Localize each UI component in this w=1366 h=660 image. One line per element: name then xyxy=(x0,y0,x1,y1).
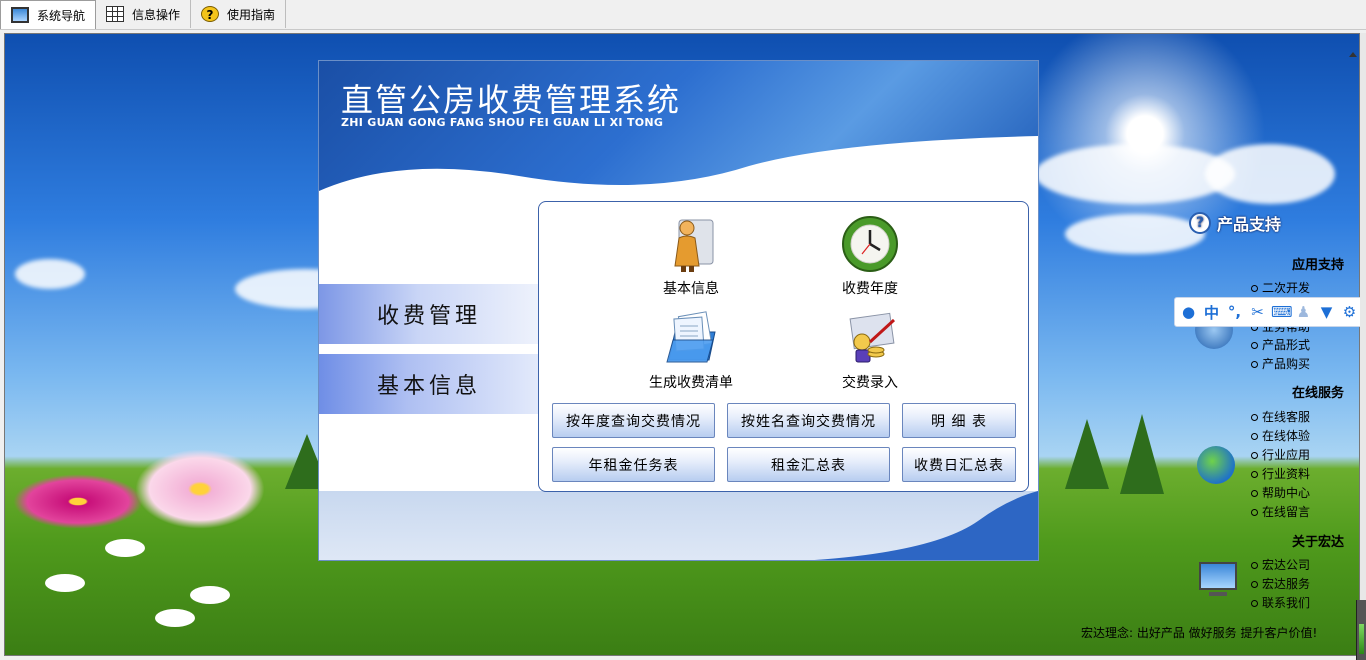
main-panel: 直管公房收费管理系统 ZHI GUAN GONG FANG SHOU FEI G… xyxy=(318,60,1039,561)
tab-info-operation[interactable]: 信息操作 xyxy=(96,0,192,28)
globe-icon xyxy=(1197,446,1235,484)
section-title: 在线服务 xyxy=(1291,386,1344,401)
support-link[interactable]: 宏达服务 xyxy=(1251,575,1310,592)
monitor-icon xyxy=(1199,562,1237,590)
support-link[interactable]: 产品形式 xyxy=(1251,336,1310,353)
flower xyxy=(190,586,230,604)
daily-fee-summary-button[interactable]: 收费日汇总表 xyxy=(902,447,1016,482)
flower xyxy=(135,449,265,529)
support-link[interactable]: 行业资料 xyxy=(1251,465,1310,482)
scissors-icon[interactable]: ✂ xyxy=(1248,303,1267,321)
query-by-year-button[interactable]: 按年度查询交费情况 xyxy=(552,403,715,438)
vertical-scrollbar[interactable] xyxy=(1360,33,1366,660)
panel-footer xyxy=(319,491,1038,560)
monitor-icon xyxy=(11,7,29,23)
folder-docs-icon xyxy=(666,311,716,363)
icon-item-label: 生成收费清单 xyxy=(649,375,733,391)
cloud xyxy=(1065,214,1205,254)
support-link[interactable]: 行业应用 xyxy=(1251,446,1310,463)
tab-label: 使用指南 xyxy=(227,7,276,22)
cloud xyxy=(15,259,85,289)
support-title: ? 产品支持 xyxy=(1189,211,1281,235)
query-by-name-button[interactable]: 按姓名查询交费情况 xyxy=(727,403,890,438)
gear-icon[interactable]: ⚙ xyxy=(1340,303,1359,321)
tab-bar: 系统导航 信息操作 ? 使用指南 xyxy=(0,0,1366,30)
tab-system-navigation[interactable]: 系统导航 xyxy=(0,0,97,29)
side-menu-basic-info[interactable]: 基本信息 xyxy=(319,354,539,415)
footer-wave xyxy=(814,491,1038,560)
punctuation-icon[interactable]: °, xyxy=(1225,303,1244,321)
annual-rent-task-button[interactable]: 年租金任务表 xyxy=(552,447,715,482)
keyboard-icon[interactable]: ⌨ xyxy=(1271,303,1293,321)
chinese-mode-toggle[interactable]: 中 xyxy=(1202,302,1221,323)
tree xyxy=(1065,419,1109,489)
user-icon[interactable]: ● xyxy=(1179,303,1198,321)
support-link[interactable]: 在线客服 xyxy=(1251,408,1310,425)
clock-icon xyxy=(842,216,898,272)
support-link[interactable]: 在线留言 xyxy=(1251,503,1310,520)
tab-label: 系统导航 xyxy=(37,8,86,23)
slogan-text: 宏达理念: 出好产品 做好服务 提升客户价值! xyxy=(1081,626,1318,640)
support-title-text: 产品支持 xyxy=(1217,215,1282,234)
question-icon: ? xyxy=(1189,212,1211,234)
flower xyxy=(45,574,85,592)
tree xyxy=(1120,414,1164,494)
page-subtitle: ZHI GUAN GONG FANG SHOU FEI GUAN LI XI T… xyxy=(341,116,664,129)
icon-item-label: 基本信息 xyxy=(663,281,719,297)
tab-label: 信息操作 xyxy=(132,7,181,22)
person-icon xyxy=(674,219,714,272)
detail-table-button[interactable]: 明 细 表 xyxy=(902,403,1016,438)
page-title: 直管公房收费管理系统 xyxy=(341,81,682,119)
payment-icon xyxy=(849,312,896,363)
icon-item-basic-info[interactable]: 基本信息 xyxy=(626,214,756,298)
icon-item-payment-entry[interactable]: 交费录入 xyxy=(805,308,935,392)
flower xyxy=(105,539,145,557)
shirt-icon[interactable]: ▼ xyxy=(1317,303,1336,321)
cloud xyxy=(1205,144,1335,204)
support-link[interactable]: 帮助中心 xyxy=(1251,484,1310,501)
tab-user-guide[interactable]: ? 使用指南 xyxy=(191,0,287,28)
ime-toolbar[interactable]: ● 中 °, ✂ ⌨ ♟ ▼ ⚙ xyxy=(1174,297,1366,327)
icon-item-generate-fee-list[interactable]: 生成收费清单 xyxy=(626,308,756,392)
icon-item-label: 交费录入 xyxy=(842,375,898,391)
section-title: 应用支持 xyxy=(1291,258,1344,273)
rent-summary-button[interactable]: 租金汇总表 xyxy=(727,447,890,482)
content-box: 基本信息 收费年度 生成收费清单 交费录入 按年度查询交费情况 按姓名查询交费情… xyxy=(538,201,1029,492)
help-icon: ? xyxy=(201,6,220,22)
side-menu-fee-management[interactable]: 收费管理 xyxy=(319,284,539,345)
flower xyxy=(155,609,195,627)
support-link[interactable]: 联系我们 xyxy=(1251,594,1310,611)
support-link[interactable]: 二次开发 xyxy=(1251,279,1310,296)
flower xyxy=(13,474,143,529)
support-link[interactable]: 在线体验 xyxy=(1251,427,1310,444)
support-link[interactable]: 产品购买 xyxy=(1251,355,1310,372)
person-icon[interactable]: ♟ xyxy=(1294,303,1313,321)
icon-item-label: 收费年度 xyxy=(842,281,898,297)
icon-item-fee-year[interactable]: 收费年度 xyxy=(805,214,935,298)
grid-icon xyxy=(106,6,125,22)
monitor-stand xyxy=(1209,592,1227,596)
support-link[interactable]: 宏达公司 xyxy=(1251,556,1310,573)
scroll-up-arrow[interactable] xyxy=(1349,52,1357,57)
volume-indicator xyxy=(1356,600,1366,660)
section-title: 关于宏达 xyxy=(1291,535,1344,550)
